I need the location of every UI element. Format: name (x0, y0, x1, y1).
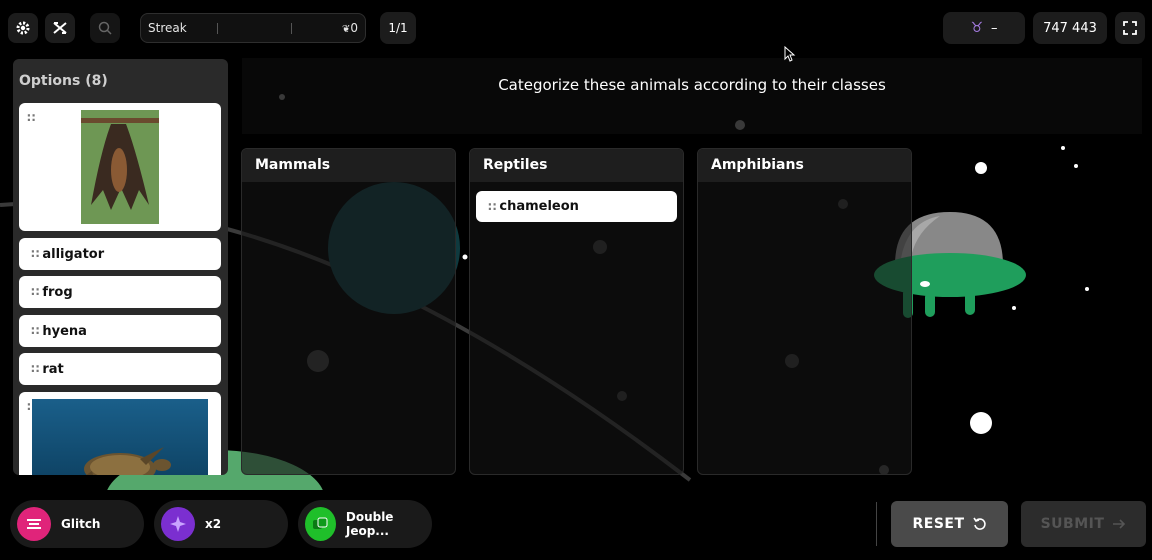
streak-value: ❦0 (341, 21, 358, 35)
sea-turtle-image (32, 399, 208, 475)
reset-icon (972, 517, 986, 530)
drag-handle-icon: ∷ (27, 111, 35, 125)
fullscreen-icon (1123, 21, 1137, 35)
option-card-turtle-image[interactable]: ∷ (19, 392, 221, 475)
glitch-icon (17, 507, 51, 541)
powerup-label: x2 (205, 517, 222, 531)
options-title: Options (8) (19, 73, 108, 89)
option-label: hyena (42, 323, 87, 339)
option-card[interactable]: ∷ alligator (19, 238, 221, 270)
music-toggle-button[interactable] (45, 13, 75, 43)
settings-button[interactable] (8, 13, 38, 43)
multiplier-icon (161, 507, 195, 541)
option-label: rat (42, 361, 64, 377)
bat-image (81, 110, 159, 224)
zoom-icon (98, 21, 112, 35)
option-card[interactable]: ∷ rat (19, 353, 221, 385)
submit-label: SUBMIT (1040, 516, 1105, 532)
placed-item-label: chameleon (499, 199, 579, 214)
powerup-glitch-button[interactable]: Glitch (10, 500, 144, 548)
placed-item[interactable]: ∷ chameleon (476, 191, 677, 222)
question-panel: Categorize these animals according to th… (242, 58, 1142, 134)
music-off-icon (53, 22, 67, 34)
option-card[interactable]: ∷ frog (19, 276, 221, 308)
category-header: Amphibians (698, 149, 911, 182)
drag-handle-icon: ∷ (31, 285, 39, 299)
streak-meter: Streak ❦0 (140, 13, 366, 43)
powerup-x2-button[interactable]: x2 (154, 500, 288, 548)
category-column-mammals[interactable]: Mammals (241, 148, 456, 475)
option-card-bat-image[interactable]: ∷ (19, 103, 221, 231)
score-display: 747 443 (1033, 12, 1107, 44)
category-column-amphibians[interactable]: Amphibians (697, 148, 912, 475)
question-text: Categorize these animals according to th… (498, 76, 886, 94)
drag-handle-icon: ∷ (31, 247, 39, 261)
divider (876, 502, 877, 546)
double-jeopardy-icon (305, 507, 336, 541)
gear-icon (16, 21, 30, 35)
zoom-button[interactable] (90, 13, 120, 43)
rank-value: – (991, 20, 998, 36)
option-card[interactable]: ∷ hyena (19, 315, 221, 347)
category-header: Mammals (242, 149, 455, 182)
reset-label: RESET (912, 516, 965, 532)
reset-button[interactable]: RESET (891, 501, 1008, 547)
arrow-right-icon (1113, 519, 1126, 529)
powerup-label: Double Jeop... (345, 510, 394, 538)
drag-handle-icon: ∷ (31, 324, 39, 338)
option-label: frog (42, 284, 73, 300)
drag-handle-icon: ∷ (31, 362, 39, 376)
category-column-reptiles[interactable]: Reptiles ∷ chameleon (469, 148, 684, 475)
streak-label: Streak (148, 21, 187, 35)
category-header: Reptiles (470, 149, 683, 182)
fullscreen-button[interactable] (1115, 12, 1145, 44)
submit-button[interactable]: SUBMIT (1021, 501, 1146, 547)
medal-icon: ♉ (970, 20, 984, 36)
option-label: alligator (42, 246, 105, 262)
rank-badge: ♉ – (943, 12, 1025, 44)
options-panel: Options (8) ∷ ∷ alligator ∷ frog ∷ hyena… (13, 59, 228, 475)
powerup-label: Glitch (61, 517, 101, 531)
powerup-double-jeopardy-button[interactable]: Double Jeop... (298, 500, 432, 548)
question-counter: 1/1 (380, 12, 416, 44)
drag-handle-icon: ∷ (488, 199, 496, 214)
